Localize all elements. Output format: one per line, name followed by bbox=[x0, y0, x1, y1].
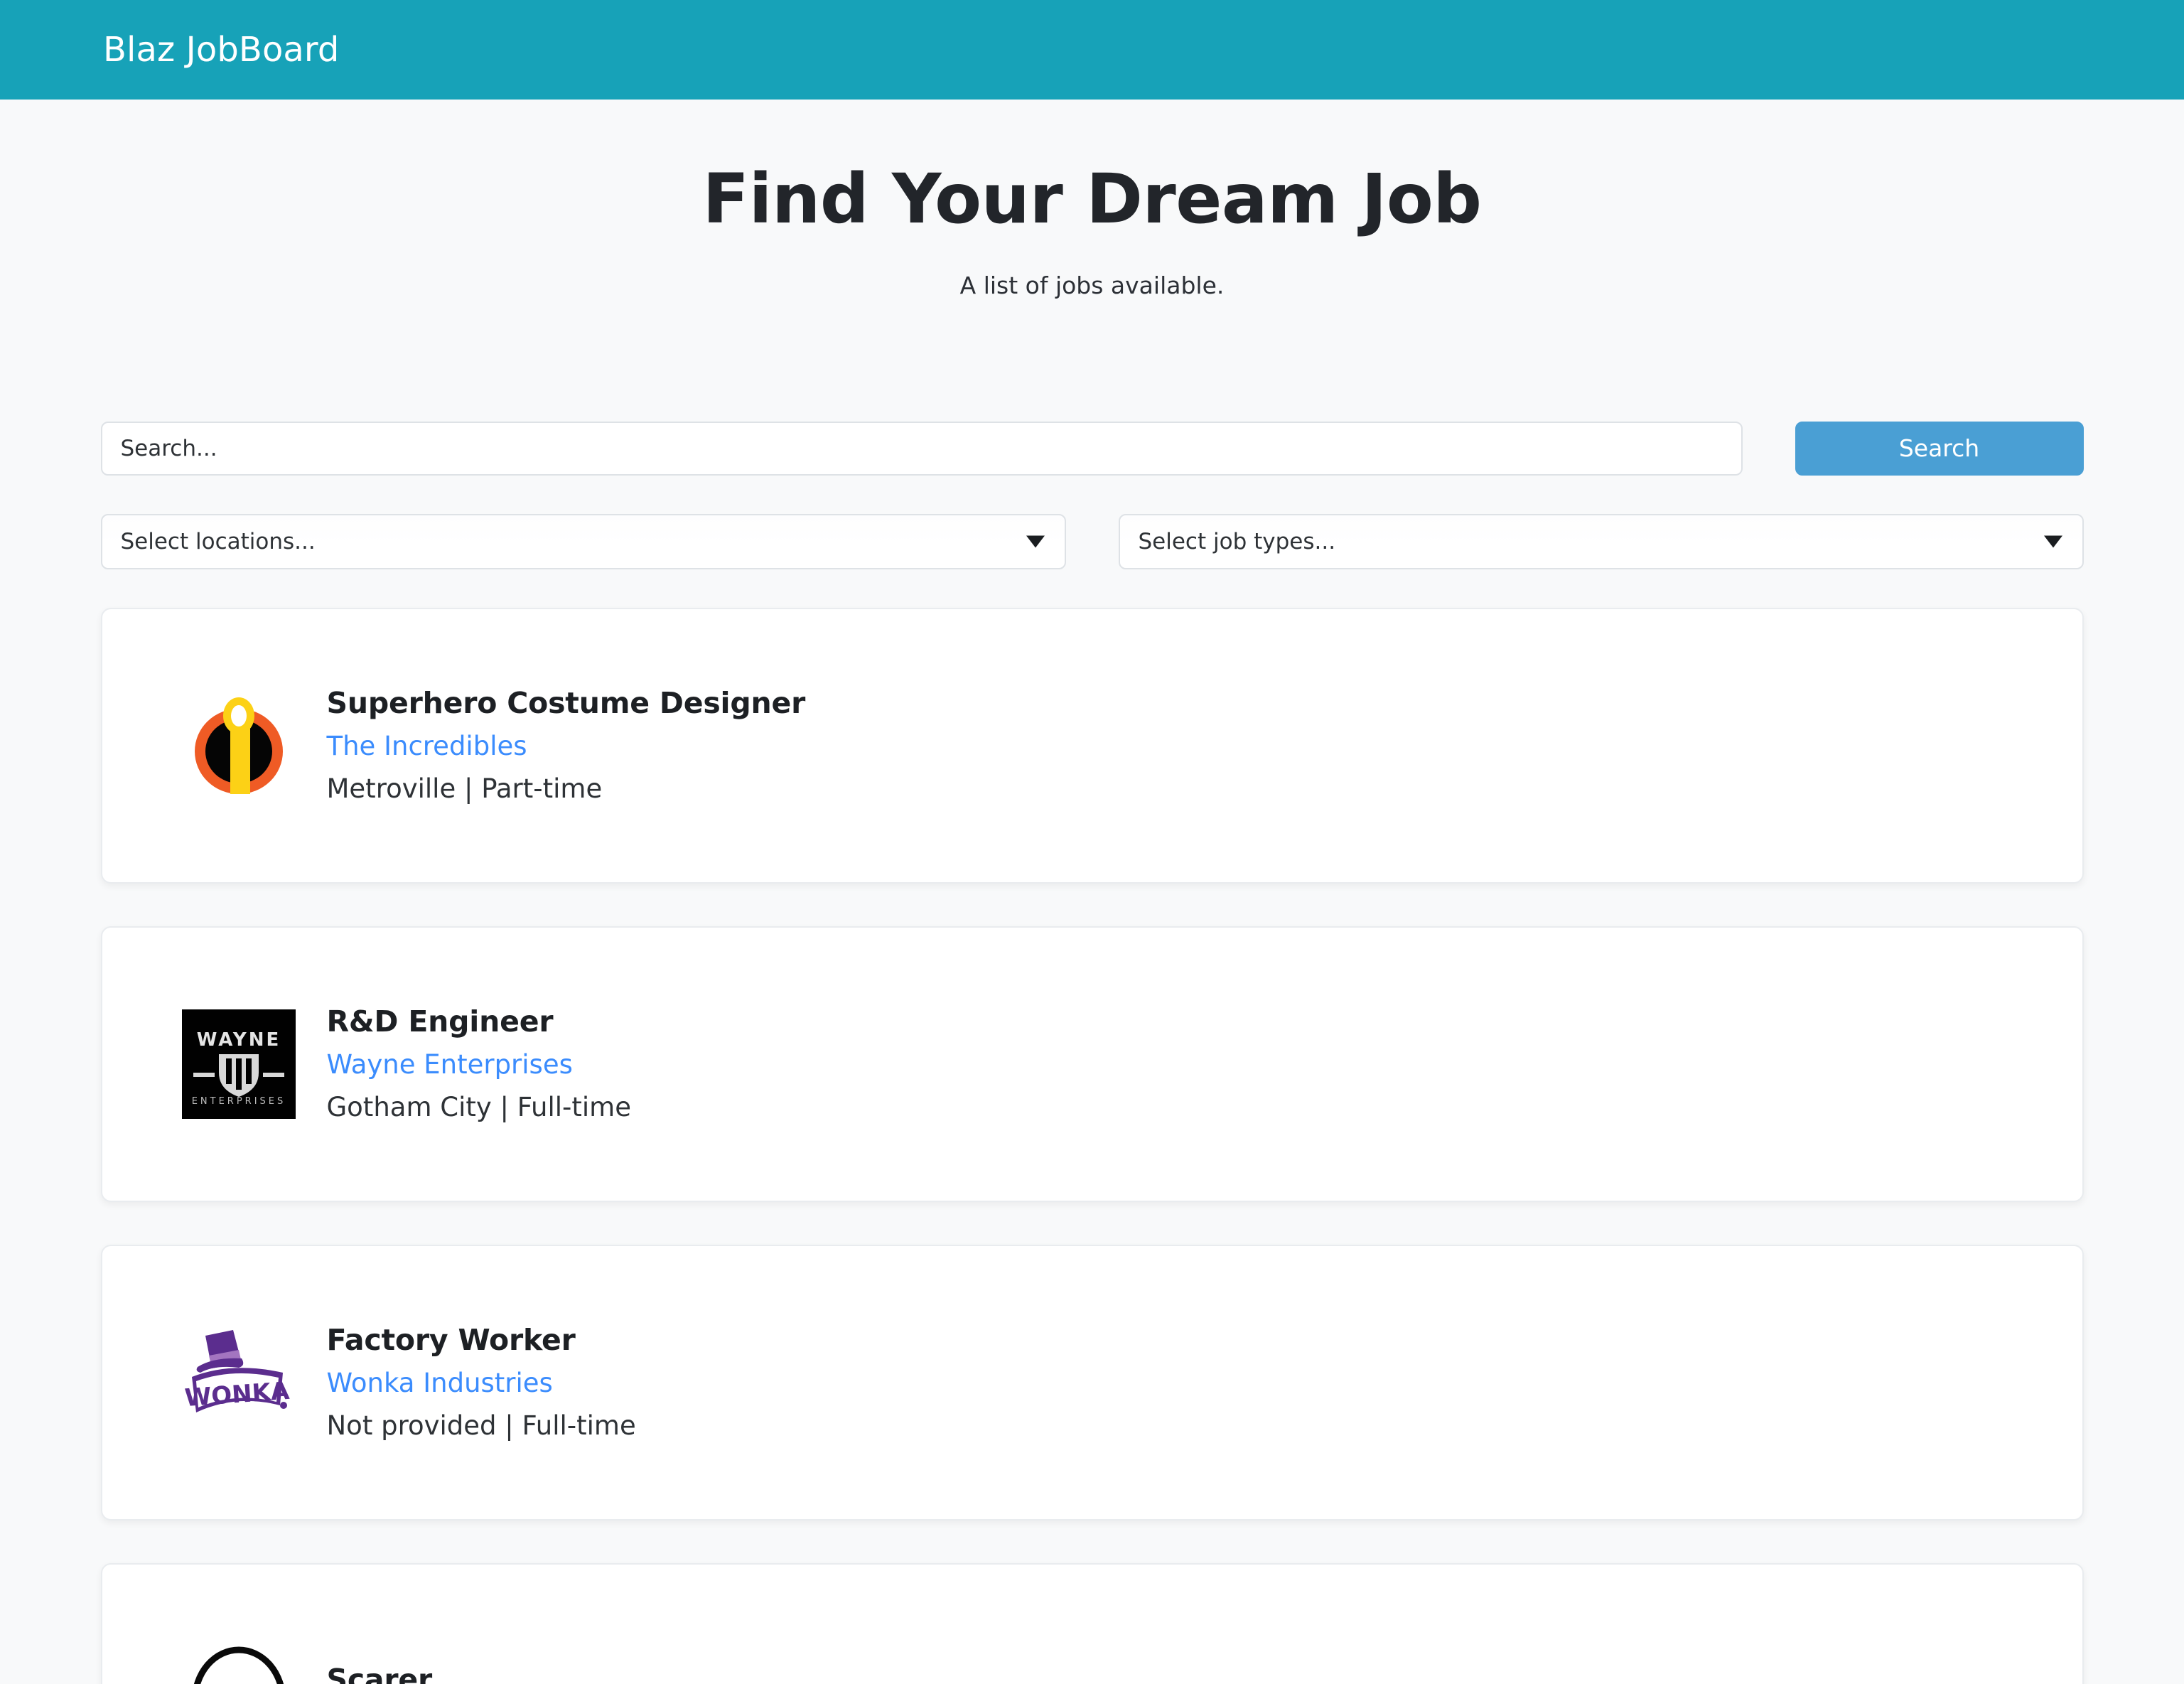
main-container: Search Select locations... Select job ty… bbox=[101, 299, 2084, 1684]
job-list: Superhero Costume Designer The Incredibl… bbox=[101, 608, 2084, 1684]
job-company-link[interactable]: Wonka Industries bbox=[327, 1366, 636, 1400]
job-company-link[interactable]: The Incredibles bbox=[327, 729, 806, 763]
top-navbar: Blaz JobBoard bbox=[0, 0, 2184, 100]
job-meta: Metroville | Part-time bbox=[327, 772, 806, 805]
wonka-logo-icon: WONKA bbox=[182, 1326, 296, 1439]
job-types-select-wrapper: Select job types... bbox=[1119, 514, 2084, 569]
job-info: R&D Engineer Wayne Enterprises Gotham Ci… bbox=[327, 1004, 631, 1124]
job-title: Superhero Costume Designer bbox=[327, 685, 806, 721]
job-card[interactable]: Scarer Monsters Inc. bbox=[101, 1563, 2084, 1684]
locations-select-wrapper: Select locations... bbox=[101, 514, 1066, 569]
search-input[interactable] bbox=[101, 422, 1743, 476]
job-types-select[interactable]: Select job types... bbox=[1119, 514, 2084, 569]
wayne-enterprises-logo-icon: WAYNE ENTERPRISES bbox=[182, 1007, 296, 1121]
monsters-inc-logo-icon bbox=[182, 1644, 296, 1684]
locations-select[interactable]: Select locations... bbox=[101, 514, 1066, 569]
job-company-link[interactable]: Wayne Enterprises bbox=[327, 1048, 631, 1081]
hero-section: Find Your Dream Job A list of jobs avail… bbox=[0, 100, 2184, 299]
incredibles-logo-icon bbox=[182, 689, 296, 803]
job-info: Superhero Costume Designer The Incredibl… bbox=[327, 685, 806, 805]
job-title: Factory Worker bbox=[327, 1322, 636, 1358]
app-brand-title[interactable]: Blaz JobBoard bbox=[103, 33, 340, 67]
job-card[interactable]: WONKA Factory Worker Wonka Industries No… bbox=[101, 1245, 2084, 1521]
job-meta: Gotham City | Full-time bbox=[327, 1090, 631, 1124]
job-title: Scarer bbox=[327, 1662, 502, 1684]
job-title: R&D Engineer bbox=[327, 1004, 631, 1039]
page-title: Find Your Dream Job bbox=[0, 162, 2184, 237]
filter-row: Select locations... Select job types... bbox=[101, 514, 2084, 569]
job-info: Factory Worker Wonka Industries Not prov… bbox=[327, 1322, 636, 1442]
search-button[interactable]: Search bbox=[1795, 422, 2084, 476]
job-meta: Not provided | Full-time bbox=[327, 1409, 636, 1442]
page-subtitle: A list of jobs available. bbox=[0, 272, 2184, 299]
search-row: Search bbox=[101, 422, 2084, 476]
svg-text:ENTERPRISES: ENTERPRISES bbox=[191, 1096, 286, 1107]
job-card[interactable]: WAYNE ENTERPRISES R&D Engineer Wayne Ent… bbox=[101, 926, 2084, 1202]
svg-text:WAYNE: WAYNE bbox=[196, 1029, 281, 1051]
job-card[interactable]: Superhero Costume Designer The Incredibl… bbox=[101, 608, 2084, 884]
job-info: Scarer Monsters Inc. bbox=[327, 1662, 502, 1684]
